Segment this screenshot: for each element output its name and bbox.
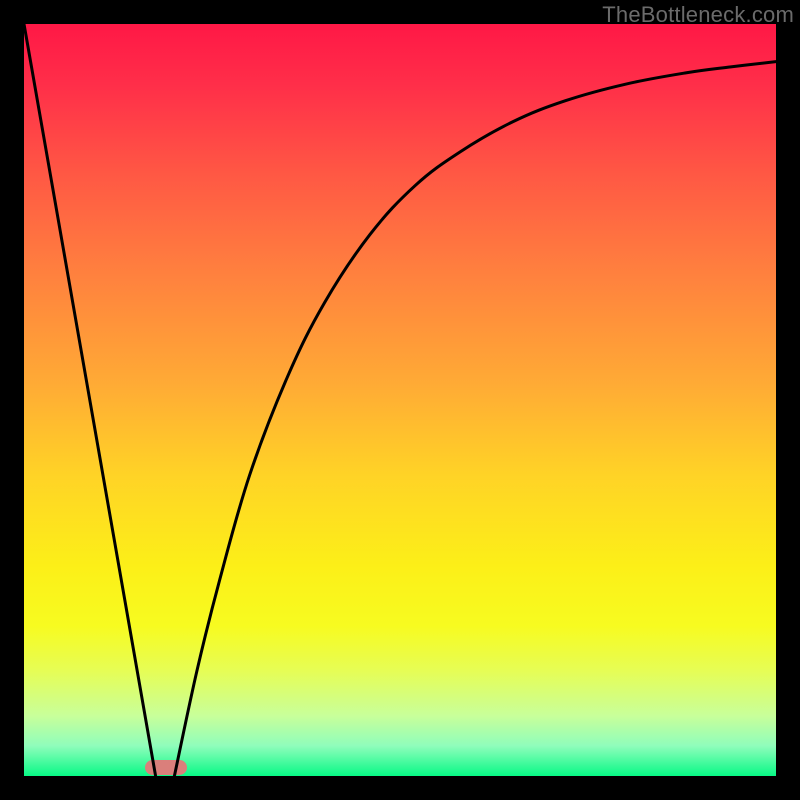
chart-frame: TheBottleneck.com (0, 0, 800, 800)
curve-overlay (24, 24, 776, 776)
series-left-line (24, 24, 156, 776)
plot-area (24, 24, 776, 776)
series-right-curve (174, 62, 776, 776)
watermark-text: TheBottleneck.com (602, 2, 794, 28)
